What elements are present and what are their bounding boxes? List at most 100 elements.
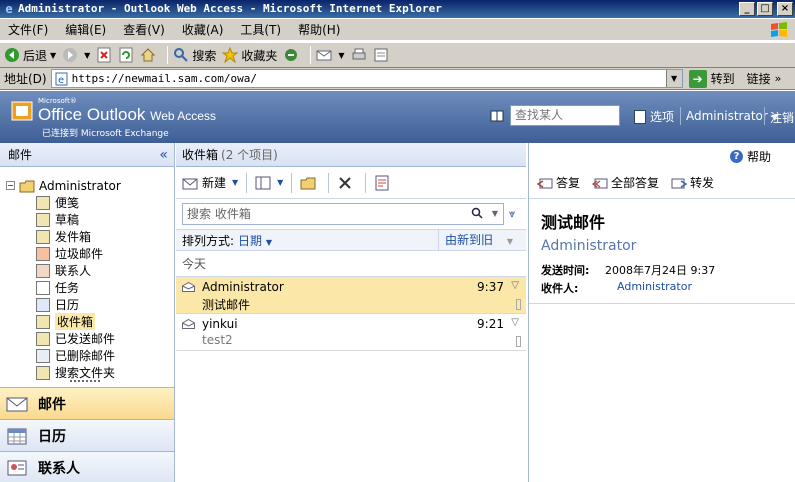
home-icon[interactable]: [140, 47, 156, 63]
expand-search-icon[interactable]: ⩔: [509, 207, 515, 221]
dropdown-arrow-icon[interactable]: ▼: [50, 51, 56, 60]
menu-tools[interactable]: 工具(T): [240, 21, 281, 38]
go-button[interactable]: ➔ 转到: [688, 69, 735, 88]
message-subject: 测试邮件: [202, 298, 251, 312]
check-messages-icon[interactable]: [374, 175, 390, 191]
product-name: Office Outlook Web Access: [38, 105, 216, 125]
address-dropdown-icon[interactable]: ▼: [665, 70, 682, 87]
media-icon[interactable]: [283, 47, 299, 63]
maximize-button[interactable]: □: [757, 2, 773, 16]
delete-icon[interactable]: [337, 175, 353, 191]
search-icon[interactable]: [471, 207, 483, 219]
message-row[interactable]: yinkui test2 9:21 ▽: [176, 314, 526, 351]
edit-icon[interactable]: [373, 47, 389, 63]
folder-tasks[interactable]: 任务: [0, 279, 174, 296]
reply-button[interactable]: 答复: [537, 174, 580, 191]
forward-button[interactable]: ▼: [62, 47, 90, 63]
menu-file[interactable]: 文件(F): [8, 21, 48, 38]
logoff-button[interactable]: 注销: [770, 109, 794, 126]
flag-icon[interactable]: ▽: [511, 317, 519, 328]
back-button[interactable]: 后退 ▼: [4, 47, 56, 64]
module-calendar[interactable]: 日历: [0, 419, 174, 451]
message-row[interactable]: Administrator 测试邮件 9:37 ▽: [176, 277, 526, 314]
drafts-icon: [36, 212, 50, 227]
folder-junk[interactable]: 垃圾邮件: [0, 245, 174, 262]
move-to-folder-icon[interactable]: [300, 175, 316, 191]
office-logo-icon: [11, 101, 33, 121]
folder-notes[interactable]: 便笺: [0, 194, 174, 211]
toolbar-separator: [291, 172, 293, 193]
options-button[interactable]: 选项: [634, 108, 674, 125]
menu-edit[interactable]: 编辑(E): [65, 21, 106, 38]
folder-drafts[interactable]: 草稿: [0, 211, 174, 228]
outbox-icon: [36, 229, 50, 244]
folder-search[interactable]: 搜索文件夹: [0, 364, 174, 381]
close-button[interactable]: ×: [777, 2, 793, 16]
folder-deleted[interactable]: 已删除邮件: [0, 347, 174, 364]
search-button[interactable]: 搜索: [173, 47, 216, 64]
list-toolbar: 新建 ▼ ▼: [176, 167, 526, 199]
forward-icon: [671, 178, 688, 188]
recipient-link[interactable]: Administrator: [617, 280, 692, 296]
collapse-icon[interactable]: «: [159, 143, 168, 167]
forward-label: 转发: [690, 176, 715, 190]
to-label: 收件人:: [541, 282, 579, 295]
folder-label: 草稿: [55, 213, 80, 227]
search-inbox-input[interactable]: 搜索 收件箱 ▼: [182, 203, 504, 225]
new-button[interactable]: 新建: [182, 174, 226, 191]
refresh-icon[interactable]: [118, 47, 134, 63]
sort-field-dropdown[interactable]: 日期 ▼: [238, 232, 272, 249]
print-icon[interactable]: [351, 47, 367, 63]
mailbox-root[interactable]: − Administrator: [0, 177, 174, 194]
new-dropdown-icon[interactable]: ▼: [232, 178, 238, 187]
group-header-today: 今天: [176, 251, 526, 277]
options-label: 选项: [650, 110, 675, 124]
links-button[interactable]: 链接: [747, 70, 771, 87]
folder-calendar[interactable]: 日历: [0, 296, 174, 313]
message-checkbox[interactable]: [516, 299, 521, 310]
message-checkbox[interactable]: [516, 336, 521, 347]
help-button[interactable]: ? 帮助: [729, 148, 771, 165]
reading-pane: ? 帮助 答复 全部答复 转发 测试邮件 Administrator 发送时间:…: [528, 143, 795, 482]
dropdown-arrow-icon[interactable]: ▼: [84, 51, 90, 60]
find-someone-input[interactable]: 查找某人: [510, 105, 620, 126]
forward-button[interactable]: 转发: [671, 174, 714, 191]
menu-view[interactable]: 查看(V): [123, 21, 165, 38]
favorites-button[interactable]: 收藏夹: [222, 47, 277, 64]
nav-title: 邮件 «: [0, 143, 174, 167]
folder-sent[interactable]: 已发送邮件: [0, 330, 174, 347]
folder-outbox[interactable]: 发件箱: [0, 228, 174, 245]
sort-order-button[interactable]: 由新到旧 ▼: [438, 230, 526, 251]
header-divider: [529, 303, 795, 304]
folder-label: 搜索文件夹: [55, 366, 116, 380]
view-dropdown-icon[interactable]: ▼: [277, 178, 283, 187]
address-input[interactable]: e https://newmail.sam.com/owa/ ▼: [50, 69, 683, 88]
reply-all-label: 全部答复: [611, 176, 660, 190]
microsoft-label: Microsoft®: [38, 97, 77, 105]
tree-collapse-icon[interactable]: −: [6, 181, 15, 190]
links-chevron-icon[interactable]: »: [775, 72, 782, 85]
module-mail[interactable]: 邮件: [0, 387, 174, 419]
help-label: 帮助: [746, 150, 771, 164]
resize-grip[interactable]: [70, 380, 100, 384]
mail-button[interactable]: ▼: [316, 47, 345, 63]
minimize-button[interactable]: _: [739, 2, 755, 16]
reading-pane-icon[interactable]: [255, 175, 271, 191]
list-title-label: 收件箱: [182, 148, 219, 162]
folder-inbox[interactable]: 收件箱: [0, 313, 174, 330]
dropdown-arrow-icon[interactable]: ▼: [338, 51, 344, 60]
menu-favorites[interactable]: 收藏(A): [182, 21, 224, 38]
module-contacts[interactable]: 联系人: [0, 451, 174, 482]
menu-help[interactable]: 帮助(H): [298, 21, 340, 38]
menu-bar: 文件(F) 编辑(E) 查看(V) 收藏(A) 工具(T) 帮助(H): [0, 19, 795, 41]
flag-icon[interactable]: ▽: [511, 280, 519, 291]
stop-icon[interactable]: [96, 47, 112, 63]
search-dropdown-icon[interactable]: ▼: [492, 204, 498, 224]
address-book-icon[interactable]: [490, 110, 504, 122]
folder-contacts[interactable]: 联系人: [0, 262, 174, 279]
reply-all-button[interactable]: 全部答复: [592, 174, 659, 191]
address-label: 地址(D): [4, 72, 47, 86]
new-mail-icon: [182, 178, 198, 189]
navigation-pane: 邮件 « − Administrator 便笺 草稿 发件箱 垃圾邮件 联系人 …: [0, 143, 175, 482]
toolbar-separator: [328, 172, 330, 193]
